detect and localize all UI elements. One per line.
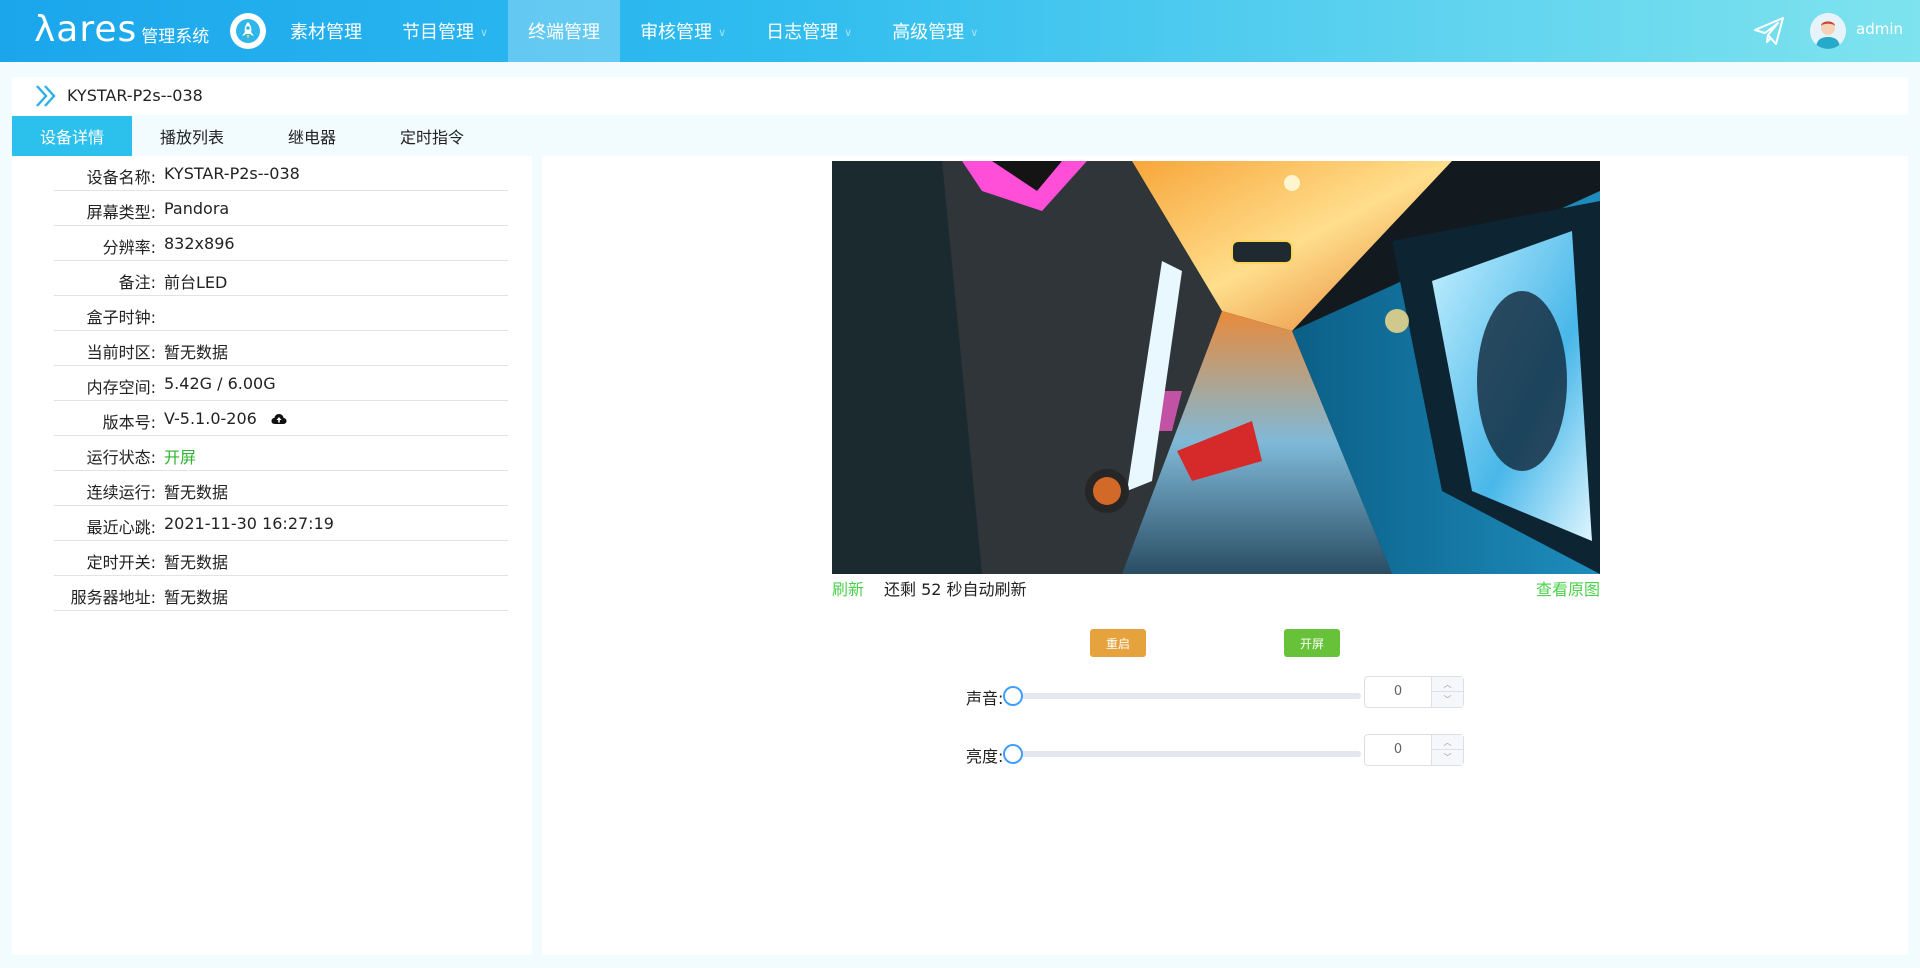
detail-label: 版本号: xyxy=(102,413,156,432)
chevron-up-icon[interactable]: ︿ xyxy=(1432,735,1463,750)
detail-label: 服务器地址: xyxy=(70,588,156,607)
detail-label: 盒子时钟: xyxy=(86,308,156,327)
detail-label: 设备名称: xyxy=(86,168,156,187)
tab-scheduled-commands[interactable]: 定时指令 xyxy=(372,116,492,156)
detail-value: 暂无数据 xyxy=(164,343,229,362)
app-logo[interactable]: λares 管理系统 xyxy=(34,10,209,50)
cloud-upload-icon[interactable] xyxy=(271,413,287,425)
detail-row-screen-type: 屏幕类型: Pandora xyxy=(54,191,508,226)
detail-label: 屏幕类型: xyxy=(86,203,156,222)
detail-row-remark: 备注: 前台LED xyxy=(54,261,508,296)
breadcrumb: KYSTAR-P2s--038 xyxy=(12,77,1908,115)
send-icon[interactable] xyxy=(1752,14,1786,48)
brightness-slider-handle[interactable] xyxy=(1003,744,1023,764)
nav-item-programs[interactable]: 节目管理 ∨ xyxy=(382,0,508,62)
restart-button[interactable]: 重启 xyxy=(1090,629,1146,657)
nav-item-advanced[interactable]: 高级管理 ∨ xyxy=(872,0,998,62)
screen-preview-panel: 刷新 还剩 52 秒自动刷新 查看原图 重启 开屏 声音: 0 ︿ ﹀ 亮度: … xyxy=(542,156,1908,955)
nav-item-review[interactable]: 审核管理 ∨ xyxy=(620,0,746,62)
nav-label: 素材管理 xyxy=(290,22,362,43)
chevron-up-icon[interactable]: ︿ xyxy=(1432,677,1463,692)
detail-label: 最近心跳: xyxy=(86,518,156,537)
brightness-slider[interactable] xyxy=(1003,744,1361,764)
detail-row-resolution: 分辨率: 832x896 xyxy=(54,226,508,261)
main-nav: 素材管理 节目管理 ∨ 终端管理 审核管理 ∨ 日志管理 ∨ 高级管理 ∨ xyxy=(270,0,998,62)
detail-value: 2021-11-30 16:27:19 xyxy=(164,514,334,533)
detail-label: 定时开关: xyxy=(86,553,156,572)
detail-value: Pandora xyxy=(164,199,230,218)
nav-item-terminals[interactable]: 终端管理 xyxy=(508,0,621,62)
tab-playlist[interactable]: 播放列表 xyxy=(132,116,252,156)
brightness-stepper-controls: ︿ ﹀ xyxy=(1431,735,1463,765)
brightness-value[interactable]: 0 xyxy=(1365,735,1431,765)
rocket-icon[interactable] xyxy=(230,13,266,49)
volume-value[interactable]: 0 xyxy=(1365,677,1431,707)
detail-row-memory: 内存空间: 5.42G / 6.00G xyxy=(54,366,508,401)
brightness-label: 亮度: xyxy=(966,747,1004,766)
detail-tabs: 设备详情 播放列表 继电器 定时指令 xyxy=(12,116,492,156)
status-badge: 开屏 xyxy=(164,448,197,467)
detail-label: 运行状态: xyxy=(86,448,156,467)
tab-relay[interactable]: 继电器 xyxy=(252,116,372,156)
double-chevron-right-icon xyxy=(36,85,56,107)
tab-device-details[interactable]: 设备详情 xyxy=(12,116,132,156)
detail-row-device-name: 设备名称: KYSTAR-P2s--038 xyxy=(54,156,508,191)
detail-label: 当前时区: xyxy=(86,343,156,362)
volume-slider-handle[interactable] xyxy=(1003,686,1023,706)
nav-label: 节目管理 xyxy=(402,22,474,43)
chevron-down-icon: ∨ xyxy=(970,25,979,39)
user-name[interactable]: admin xyxy=(1856,20,1903,38)
detail-value: 832x896 xyxy=(164,234,235,253)
nav-label: 高级管理 xyxy=(892,22,965,43)
nav-label: 日志管理 xyxy=(766,22,839,43)
detail-label: 连续运行: xyxy=(86,483,156,502)
detail-row-version: 版本号: V-5.1.0-206 xyxy=(54,401,508,436)
refresh-link[interactable]: 刷新 xyxy=(832,576,864,600)
chevron-down-icon[interactable]: ﹀ xyxy=(1432,750,1463,765)
logo-text: λares xyxy=(34,9,138,50)
brightness-stepper[interactable]: 0 ︿ ﹀ xyxy=(1364,734,1464,766)
refresh-countdown: 还剩 52 秒自动刷新 xyxy=(884,580,1027,599)
top-header: λares 管理系统 素材管理 节目管理 ∨ 终端管理 审核管理 ∨ 日志管理 ∨ 高… xyxy=(0,0,1920,62)
detail-row-box-clock: 盒子时钟: xyxy=(54,296,508,331)
nav-label: 审核管理 xyxy=(640,22,713,43)
detail-label: 内存空间: xyxy=(86,378,156,397)
volume-label: 声音: xyxy=(966,689,1004,708)
detail-value: V-5.1.0-206 xyxy=(164,409,257,428)
logo-subtitle: 管理系统 xyxy=(141,27,210,47)
volume-stepper[interactable]: 0 ︿ ﹀ xyxy=(1364,676,1464,708)
screen-preview-image xyxy=(832,161,1600,574)
detail-value: 暂无数据 xyxy=(164,553,229,572)
nav-item-materials[interactable]: 素材管理 xyxy=(270,0,382,62)
nav-label: 终端管理 xyxy=(528,22,601,43)
screen-on-button[interactable]: 开屏 xyxy=(1284,629,1340,657)
detail-value: 暂无数据 xyxy=(164,588,229,607)
detail-row-heartbeat: 最近心跳: 2021-11-30 16:27:19 xyxy=(54,506,508,541)
detail-row-server-address: 服务器地址: 暂无数据 xyxy=(54,576,508,611)
detail-value: 前台LED xyxy=(164,273,228,292)
detail-value: KYSTAR-P2s--038 xyxy=(164,164,300,183)
volume-stepper-controls: ︿ ﹀ xyxy=(1431,677,1463,707)
avatar[interactable] xyxy=(1810,13,1846,49)
nav-item-logs[interactable]: 日志管理 ∨ xyxy=(746,0,872,62)
detail-label: 备注: xyxy=(118,273,156,292)
chevron-down-icon: ∨ xyxy=(844,25,853,39)
chevron-down-icon: ∨ xyxy=(480,25,489,39)
detail-row-run-status: 运行状态: 开屏 xyxy=(54,436,508,471)
device-details-panel: 设备名称: KYSTAR-P2s--038 屏幕类型: Pandora 分辨率: 83… xyxy=(12,156,532,955)
detail-row-uptime: 连续运行: 暂无数据 xyxy=(54,471,508,506)
detail-label: 分辨率: xyxy=(102,238,156,257)
detail-row-timezone: 当前时区: 暂无数据 xyxy=(54,331,508,366)
chevron-down-icon[interactable]: ﹀ xyxy=(1432,692,1463,707)
volume-slider[interactable] xyxy=(1003,686,1361,706)
device-title: KYSTAR-P2s--038 xyxy=(67,86,203,105)
detail-value: 暂无数据 xyxy=(164,483,229,502)
view-original-link[interactable]: 查看原图 xyxy=(1536,576,1600,600)
detail-value: 5.42G / 6.00G xyxy=(164,374,276,393)
chevron-down-icon: ∨ xyxy=(718,25,727,39)
detail-row-timer-switch: 定时开关: 暂无数据 xyxy=(54,541,508,576)
